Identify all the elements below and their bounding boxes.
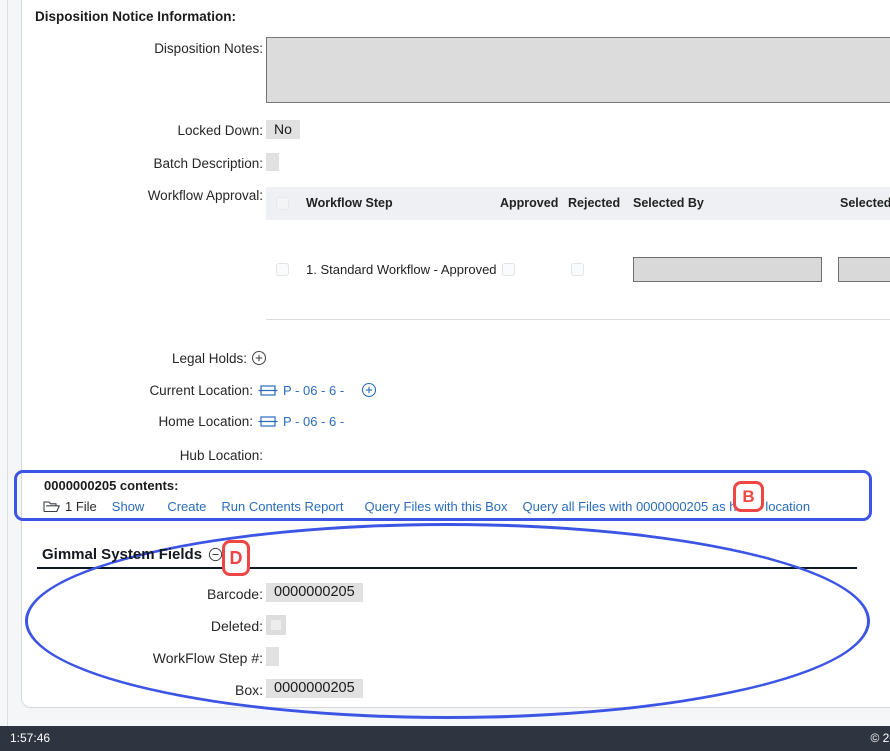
workflow-approval-label: Workflow Approval: [35, 188, 263, 203]
footer-bar: 1:57:46 © 20 [0, 726, 890, 751]
col-selected-by: Selected By [633, 196, 704, 210]
deleted-label: Deleted: [35, 618, 263, 634]
file-count: 1 File [65, 499, 97, 514]
col-selected: Selected [840, 196, 890, 210]
contents-toolbar: 1 File Show Create Run Contents Report Q… [43, 499, 810, 514]
col-approved: Approved [500, 196, 558, 210]
file-count-group: 1 File [43, 499, 97, 514]
current-location-label: Current Location: [35, 383, 253, 398]
rejected-checkbox[interactable] [571, 263, 584, 276]
section-title-disposition: Disposition Notice Information: [35, 9, 236, 24]
query-all-files-home-location-link[interactable]: Query all Files with 0000000205 as home … [523, 499, 811, 514]
legal-holds-label: Legal Holds: [172, 351, 247, 366]
box-label: Box: [35, 682, 263, 698]
current-location-row: Current Location: P - 06 - 6 - [35, 382, 377, 398]
create-link[interactable]: Create [167, 499, 206, 514]
workflow-approval-table: Workflow Step Approved Rejected Selected… [266, 187, 890, 320]
query-files-with-box-link[interactable]: Query Files with this Box [364, 499, 507, 514]
annotation-marker-d: D [222, 540, 250, 576]
col-workflow-step: Workflow Step [306, 196, 393, 210]
run-contents-report-link[interactable]: Run Contents Report [221, 499, 343, 514]
box-location-icon [258, 383, 278, 398]
selected-input[interactable] [838, 257, 890, 282]
current-location-link[interactable]: P - 06 - 6 - [283, 383, 344, 398]
annotation-marker-b: B [733, 481, 764, 512]
add-current-location-icon[interactable] [361, 382, 377, 398]
workflow-step-cell: 1. Standard Workflow - Approved [306, 262, 497, 277]
collapse-section-icon[interactable] [208, 547, 223, 562]
deleted-checkbox-inner [271, 620, 281, 630]
system-fields-title: Gimmal System Fields [42, 546, 202, 563]
add-legal-hold-icon[interactable] [251, 350, 267, 366]
home-location-link[interactable]: P - 06 - 6 - [283, 414, 344, 429]
disposition-notes-label: Disposition Notes: [35, 41, 263, 56]
folder-icon [43, 500, 60, 514]
disposition-notes-textarea[interactable] [266, 37, 890, 103]
locked-down-value: No [266, 120, 300, 139]
barcode-value: 0000000205 [266, 583, 363, 602]
deleted-checkbox [266, 615, 286, 635]
barcode-label: Barcode: [35, 586, 263, 602]
select-all-checkbox[interactable] [276, 197, 289, 210]
left-rail-divider [7, 0, 8, 726]
batch-description-label: Batch Description: [35, 156, 263, 171]
footer-time: 1:57:46 [10, 731, 50, 745]
approved-checkbox[interactable] [502, 263, 515, 276]
workflow-step-number-label: WorkFlow Step #: [35, 650, 263, 666]
row-select-checkbox[interactable] [276, 263, 289, 276]
contents-title: 0000000205 contents: [44, 478, 178, 493]
col-rejected: Rejected [568, 196, 620, 210]
box-location-icon [258, 414, 278, 429]
workflow-table-header: Workflow Step Approved Rejected Selected… [266, 187, 890, 220]
home-location-row: Home Location: P - 06 - 6 - [35, 414, 344, 429]
locked-down-label: Locked Down: [35, 123, 263, 138]
section-divider [37, 567, 857, 569]
legal-holds-row: Legal Holds: [35, 350, 267, 366]
box-value: 0000000205 [266, 679, 363, 698]
batch-description-value [266, 153, 279, 171]
selected-by-input[interactable] [633, 257, 822, 282]
hub-location-label: Hub Location: [35, 448, 263, 463]
workflow-step-number-value [266, 647, 279, 666]
footer-copyright: © 20 [870, 731, 890, 745]
show-link[interactable]: Show [112, 499, 145, 514]
home-location-label: Home Location: [35, 414, 253, 429]
system-fields-header: Gimmal System Fields [42, 546, 223, 563]
